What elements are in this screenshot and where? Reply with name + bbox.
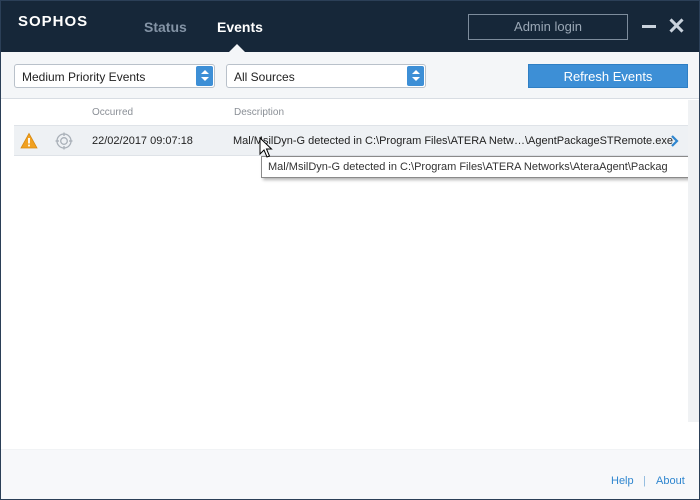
app-footer: Help | About xyxy=(1,450,699,499)
warning-icon xyxy=(20,132,38,149)
events-toolbar: Medium Priority Events All Sources Refre… xyxy=(1,52,699,99)
source-filter-select[interactable]: All Sources xyxy=(226,64,426,88)
mouse-cursor-icon xyxy=(259,137,273,158)
active-tab-pointer xyxy=(229,44,245,52)
select-arrows-icon[interactable] xyxy=(407,66,424,86)
chevron-right-icon[interactable] xyxy=(670,134,680,148)
priority-filter-value: Medium Priority Events xyxy=(22,70,146,84)
vertical-scrollbar[interactable] xyxy=(688,100,699,422)
select-arrows-icon[interactable] xyxy=(196,66,213,86)
description-tooltip: Mal/MsilDyn-G detected in C:\Program Fil… xyxy=(261,156,699,178)
column-header-description: Description xyxy=(234,107,285,118)
target-icon xyxy=(55,132,73,150)
close-icon[interactable] xyxy=(667,14,687,38)
event-occurred: 22/02/2017 09:07:18 xyxy=(92,135,193,147)
about-link[interactable]: About xyxy=(656,475,685,487)
event-description: Mal/MsilDyn-G detected in C:\Program Fil… xyxy=(233,135,673,147)
minimize-icon[interactable] xyxy=(639,14,659,38)
admin-login-button[interactable]: Admin login xyxy=(468,14,628,40)
source-filter-value: All Sources xyxy=(234,70,295,84)
footer-separator: | xyxy=(643,475,646,487)
help-link[interactable]: Help xyxy=(611,475,634,487)
refresh-events-button[interactable]: Refresh Events xyxy=(528,64,688,88)
priority-filter-select[interactable]: Medium Priority Events xyxy=(14,64,215,88)
tab-events[interactable]: Events xyxy=(217,19,263,35)
sophos-logo: SOPHOS xyxy=(18,13,89,30)
column-header-occurred: Occurred xyxy=(92,107,134,118)
sophos-window: SOPHOS Status Events Admin login Medium … xyxy=(0,0,700,500)
event-row[interactable]: 22/02/2017 09:07:18 Mal/MsilDyn-G detect… xyxy=(14,125,688,156)
tab-status[interactable]: Status xyxy=(144,19,187,35)
app-header: SOPHOS Status Events Admin login xyxy=(1,1,699,52)
